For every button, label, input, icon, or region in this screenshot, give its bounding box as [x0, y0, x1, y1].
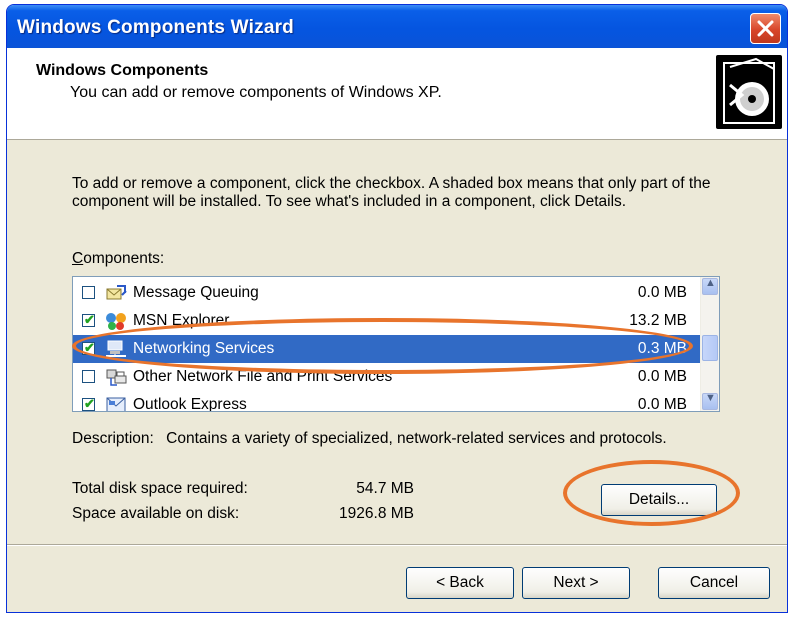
component-name: Networking Services — [133, 340, 275, 357]
header-title: Windows Components — [36, 62, 209, 79]
list-item[interactable]: ✔ MSN Explorer 13.2 MB — [73, 307, 701, 335]
back-button-label: < Back — [436, 574, 484, 591]
component-name: Outlook Express — [133, 396, 247, 412]
disk-available-value: 1926.8 MB — [339, 505, 414, 522]
list-item[interactable]: Other Network File and Print Services 0.… — [73, 363, 701, 391]
details-button[interactable]: Details... — [601, 484, 717, 516]
print-services-icon — [106, 369, 127, 386]
next-button-label: Next > — [553, 574, 599, 591]
component-name: Other Network File and Print Services — [133, 368, 393, 385]
component-checkbox[interactable]: ✔ — [82, 340, 95, 355]
footer-divider — [7, 544, 787, 546]
wizard-cd-box-icon — [716, 55, 782, 129]
cancel-button-label: Cancel — [689, 574, 739, 591]
disk-required-value: 54.7 MB — [356, 480, 414, 497]
scroll-thumb[interactable] — [702, 335, 718, 361]
title-bar[interactable]: Windows Components Wizard — [7, 5, 787, 53]
window-title: Windows Components Wizard — [17, 17, 294, 38]
close-icon — [757, 20, 774, 37]
component-checkbox[interactable] — [82, 370, 95, 383]
cancel-button[interactable]: Cancel — [658, 567, 770, 599]
close-button[interactable] — [750, 13, 781, 44]
header-subtitle: You can add or remove components of Wind… — [70, 84, 442, 101]
component-checkbox[interactable]: ✔ — [82, 396, 95, 411]
scroll-up-button[interactable]: ▲ — [702, 277, 718, 295]
component-size: 0.0 MB — [637, 284, 687, 301]
message-queuing-icon — [106, 285, 127, 300]
description: Description: Contains a variety of speci… — [72, 430, 667, 448]
next-button[interactable]: Next > — [522, 567, 630, 599]
description-text: Contains a variety of specialized, netwo… — [166, 430, 667, 447]
list-item-selected[interactable]: ✔ Networking Services 0.3 MB — [73, 335, 701, 363]
intro-text: To add or remove a component, click the … — [72, 175, 711, 210]
disk-required-label: Total disk space required: — [72, 480, 248, 497]
list-item[interactable]: Message Queuing 0.0 MB — [73, 279, 701, 307]
component-name: Message Queuing — [133, 284, 259, 301]
components-label: Components: — [72, 250, 165, 267]
network-services-icon — [106, 340, 126, 357]
list-item[interactable]: ✔ Outlook Express 0.0 MB — [73, 391, 701, 412]
outlook-express-icon — [106, 397, 126, 411]
components-list[interactable]: Message Queuing 0.0 MB ✔ MSN Explorer 13… — [72, 276, 720, 412]
msn-butterfly-icon — [106, 313, 126, 330]
component-size: 0.0 MB — [637, 396, 687, 412]
components-label-rest: omponents: — [83, 250, 165, 267]
disk-available-label: Space available on disk: — [72, 505, 240, 522]
chevron-up-icon: ▲ — [705, 277, 716, 289]
details-button-label: Details... — [628, 491, 690, 508]
chevron-down-icon: ▼ — [705, 392, 716, 404]
list-scrollbar[interactable]: ▲ ▼ — [700, 277, 719, 411]
back-button[interactable]: < Back — [406, 567, 514, 599]
component-name: MSN Explorer — [133, 312, 230, 329]
component-size: 0.0 MB — [637, 368, 687, 385]
scroll-down-button[interactable]: ▼ — [702, 392, 718, 410]
component-checkbox[interactable] — [82, 286, 95, 299]
component-size: 13.2 MB — [629, 312, 687, 329]
description-label: Description: — [72, 430, 154, 447]
component-size: 0.3 MB — [637, 340, 687, 357]
component-checkbox[interactable]: ✔ — [82, 312, 95, 327]
